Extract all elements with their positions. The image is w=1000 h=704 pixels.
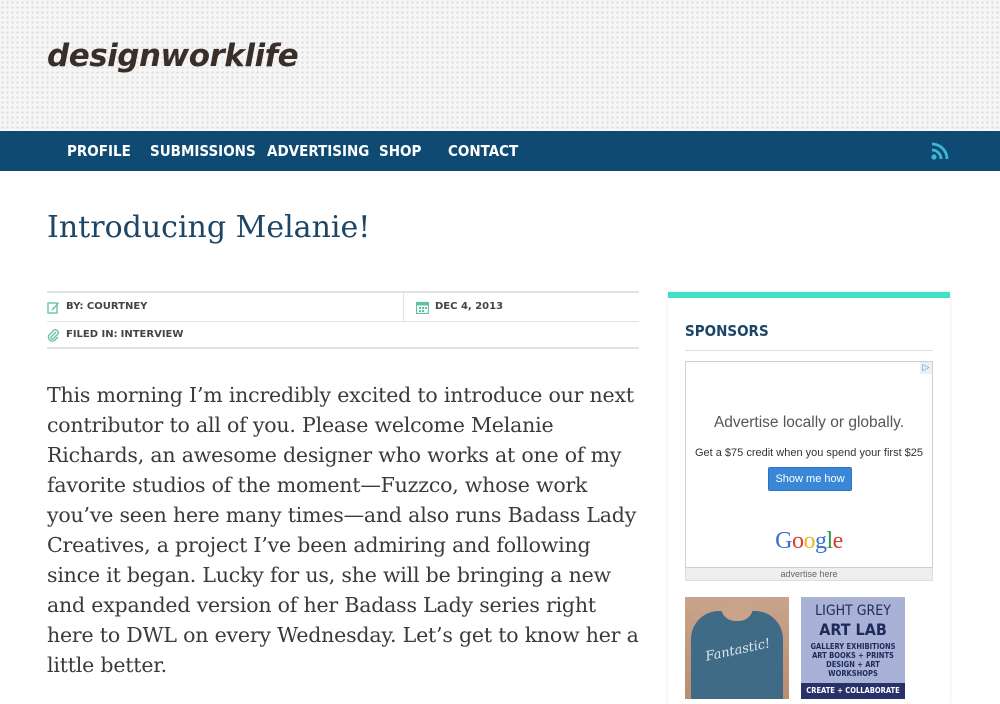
advertise-here-link[interactable]: advertise here	[685, 568, 933, 581]
artlab-details: GALLERY EXHIBITIONS ART BOOKS + PRINTS D…	[805, 642, 901, 678]
calendar-icon	[416, 301, 429, 314]
author-label[interactable]: By: Courtney	[66, 293, 147, 321]
paperclip-icon	[47, 328, 59, 342]
rss-icon[interactable]	[930, 141, 950, 161]
post-body: This morning I’m incredibly excited to i…	[47, 383, 639, 677]
meta-category: Filed in: Interview	[47, 321, 183, 349]
adchoices-icon[interactable]: ▷	[920, 362, 932, 374]
post-meta: By: Courtney Dec 4, 2013 Filed in: Inter…	[47, 291, 639, 349]
sponsors-title: Sponsors	[685, 322, 769, 340]
google-logo: Google	[775, 528, 843, 554]
meta-date: Dec 4, 2013	[416, 293, 503, 321]
edit-icon	[47, 301, 59, 314]
main-nav: Profile Submissions Advertising Shop Con…	[0, 131, 1000, 171]
show-me-how-button[interactable]: Show me how	[768, 467, 852, 491]
date-label: Dec 4, 2013	[435, 301, 504, 312]
ad-headline: Advertise locally or globally.	[713, 414, 905, 431]
filed-label: Filed in:	[66, 329, 118, 340]
sidebar-sponsors: Sponsors ▷ Advertise locally or globally…	[668, 292, 950, 704]
site-logo[interactable]: designworklife	[47, 38, 299, 74]
category-link[interactable]: Interview	[121, 321, 184, 349]
google-ad[interactable]: ▷ Advertise locally or globally. Get a $…	[685, 361, 933, 568]
ad-subtext: Get a $75 credit when you spend your fir…	[694, 447, 924, 459]
nav-item-shop[interactable]: Shop	[379, 131, 421, 171]
artlab-line2: ART LAB	[819, 620, 887, 639]
nav-item-profile[interactable]: Profile	[67, 131, 131, 171]
artlab-line1: LIGHT GREY	[815, 603, 891, 619]
post-title: Introducing Melanie!	[47, 210, 371, 245]
artlab-line5: DESIGN + ART WORKSHOPS	[826, 660, 880, 678]
sponsors-rule	[685, 350, 933, 351]
artlab-line3: GALLERY EXHIBITIONS	[810, 642, 896, 651]
nav-item-submissions[interactable]: Submissions	[150, 131, 256, 171]
meta-divider-vertical	[403, 293, 404, 321]
artlab-line4: ART BOOKS + PRINTS	[812, 651, 894, 660]
nav-item-contact[interactable]: Contact	[448, 131, 518, 171]
meta-author: By: Courtney	[47, 293, 147, 321]
site-header: designworklife	[0, 0, 1000, 131]
light-grey-art-lab-banner-ad[interactable]: LIGHT GREY ART LAB GALLERY EXHIBITIONS A…	[801, 597, 905, 699]
shirt-banner-ad[interactable]: Fantastic!	[685, 597, 789, 699]
artlab-strip: CREATE + COLLABORATE	[801, 683, 905, 699]
nav-item-advertising[interactable]: Advertising	[267, 131, 369, 171]
